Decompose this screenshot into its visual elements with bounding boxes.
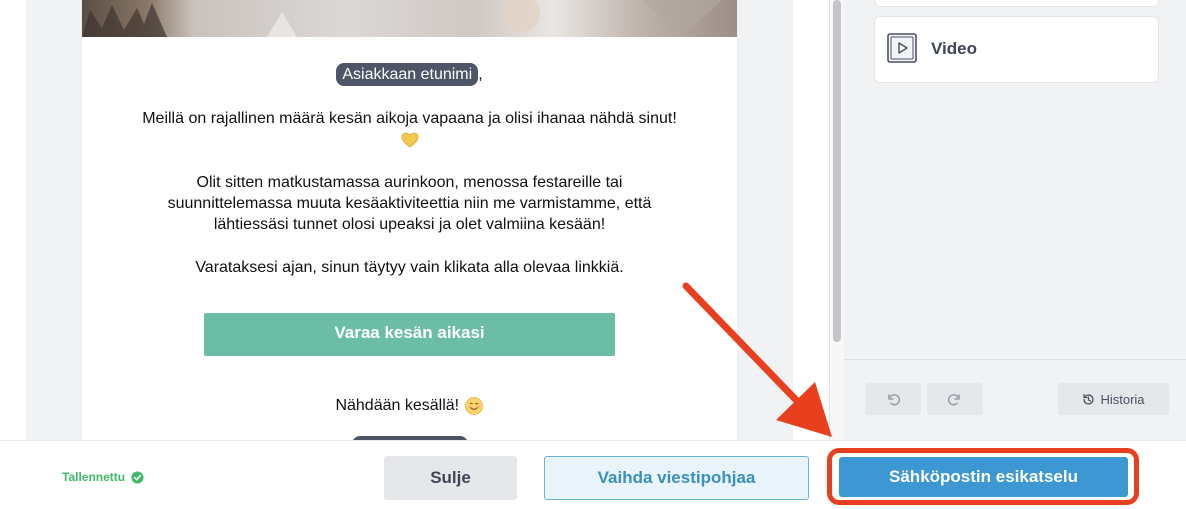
history-icon — [1083, 393, 1095, 405]
merge-tag-first-name[interactable]: Asiakkaan etunimi — [336, 63, 479, 86]
smiling-face-icon — [464, 396, 483, 415]
email-paragraph-3[interactable]: Varataksesi ajan, sinun täytyy vain klik… — [82, 257, 737, 278]
email-paragraph-4[interactable]: Nähdään kesällä! — [82, 395, 737, 416]
email-canvas: Asiakkaan etunimi, Meillä on rajallinen … — [0, 0, 844, 440]
history-button[interactable]: Historia — [1058, 383, 1169, 415]
cta-button[interactable]: Varaa kesän aikasi — [204, 313, 615, 356]
canvas-scrollbar-thumb[interactable] — [833, 0, 841, 342]
email-paragraph-1[interactable]: Meillä on rajallinen määrä kesän aikoja … — [82, 108, 737, 150]
check-circle-icon — [131, 470, 144, 484]
greeting-comma: , — [478, 66, 483, 83]
yellow-heart-icon — [401, 132, 418, 148]
canvas-left-gutter — [0, 0, 26, 440]
email-greeting: Asiakkaan etunimi, — [82, 63, 737, 86]
history-button-label: Historia — [1100, 391, 1145, 407]
panel-divider — [844, 359, 1186, 360]
preview-button-highlight — [827, 448, 1139, 505]
blocks-panel: Video Historia — [844, 0, 1186, 440]
video-icon — [887, 33, 917, 63]
canvas-scrollbar[interactable] — [829, 0, 844, 440]
saved-status: Tallennettu — [62, 470, 144, 484]
redo-button[interactable] — [927, 383, 983, 415]
undo-icon — [888, 394, 901, 406]
email-paragraph-2[interactable]: Olit sitten matkustamassa aurinkoon, men… — [82, 172, 737, 235]
paragraph-4-text: Nähdään kesällä! — [335, 397, 460, 414]
hero-image — [82, 0, 737, 37]
email-body: Asiakkaan etunimi, Meillä on rajallinen … — [82, 0, 737, 440]
redo-icon — [947, 394, 960, 406]
paragraph-1-text: Meillä on rajallinen määrä kesän aikoja … — [142, 110, 677, 127]
saved-status-label: Tallennettu — [62, 470, 126, 484]
block-item-video-label: Video — [931, 39, 977, 58]
canvas-right-gutter — [793, 0, 829, 440]
close-button[interactable]: Sulje — [384, 456, 517, 500]
undo-button[interactable] — [865, 383, 921, 415]
change-template-button[interactable]: Vaihda viestipohjaa — [544, 456, 809, 500]
block-item-partial[interactable] — [875, 0, 1158, 6]
block-item-video[interactable]: Video — [875, 17, 1158, 82]
